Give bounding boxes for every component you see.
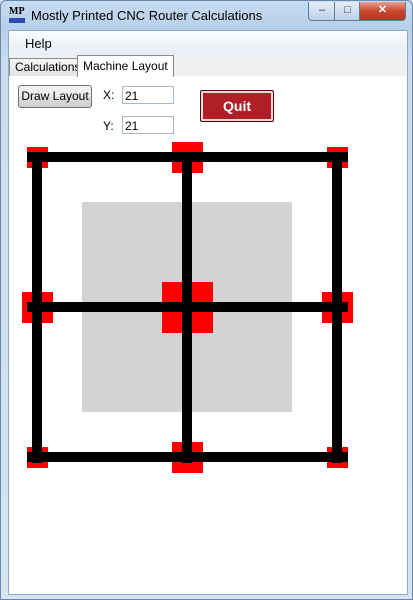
machine-layout-page: Draw Layout X: 21 Y: 21 Quit <box>9 76 407 594</box>
maximize-button[interactable]: □ <box>334 2 361 21</box>
close-button[interactable]: ✕ <box>359 2 406 21</box>
minimize-button[interactable]: – <box>308 2 336 21</box>
client-area: Help Calculations Machine Layout Draw La… <box>8 30 408 595</box>
window-title: Mostly Printed CNC Router Calculations <box>31 8 263 23</box>
tab-machine-layout[interactable]: Machine Layout <box>77 55 174 77</box>
app-logo-icon: MP <box>9 7 25 24</box>
rail-top <box>27 152 348 162</box>
tab-calculations[interactable]: Calculations <box>9 58 87 76</box>
rail-center-horizontal <box>27 302 348 312</box>
menu-bar: Help <box>9 31 407 56</box>
app-window: MP Mostly Printed CNC Router Calculation… <box>0 0 413 600</box>
menu-help[interactable]: Help <box>25 36 52 51</box>
machine-layout-canvas <box>22 142 353 473</box>
tab-strip: Calculations Machine Layout <box>9 55 407 77</box>
title-bar[interactable]: MP Mostly Printed CNC Router Calculation… <box>1 1 412 31</box>
rail-bottom <box>27 452 348 462</box>
